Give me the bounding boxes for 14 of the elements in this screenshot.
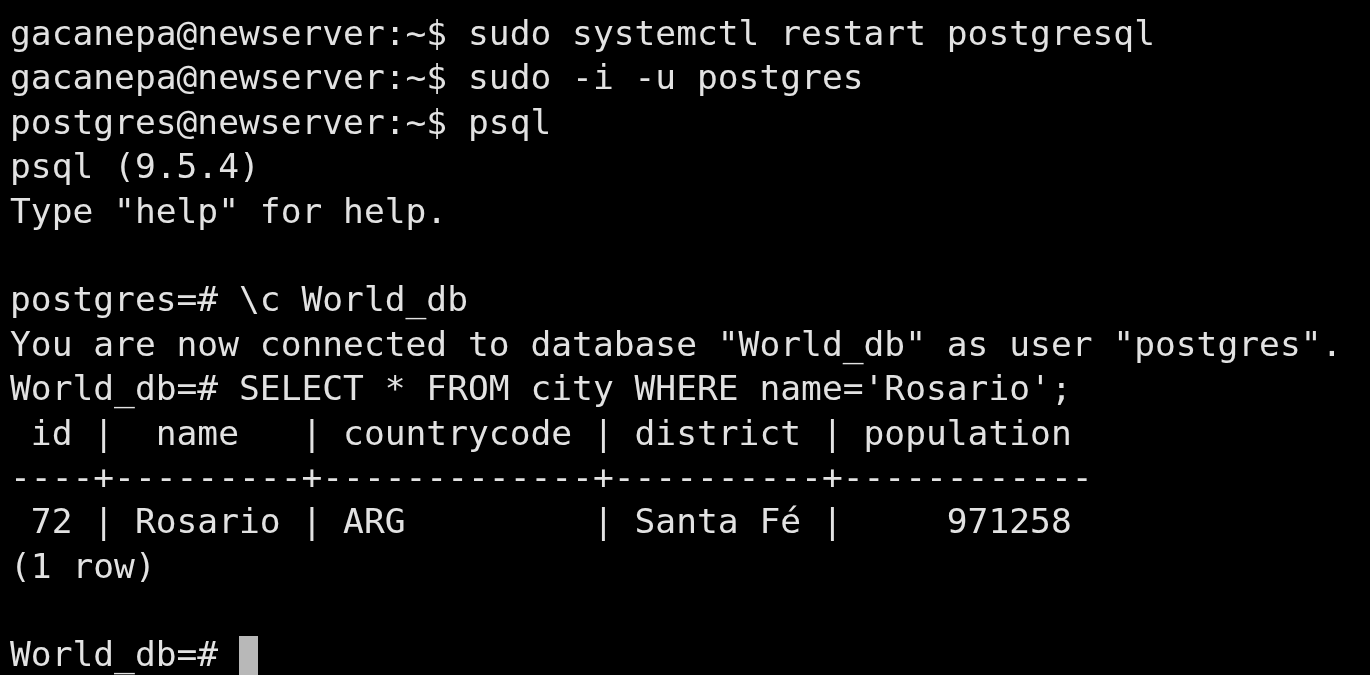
terminal-line: psql (9.5.4) xyxy=(10,145,260,189)
prompt-text: World_db=# xyxy=(10,633,219,675)
terminal-line: Type "help" for help. xyxy=(10,189,448,233)
terminal-line: (1 row) xyxy=(10,544,156,588)
terminal-line: id | name | countrycode | district | population xyxy=(29,411,1072,455)
terminal-line: You are now connected to database "World_db" as user "postgres". xyxy=(10,322,1343,367)
terminal-line: gacanepa@newserver:~$ sudo -i -u postgres xyxy=(10,56,864,100)
terminal-line: gacanepa@newserver:~$ sudo systemctl restart postgresql xyxy=(10,12,1155,55)
text-cursor xyxy=(239,636,259,675)
terminal-line: ----+---------+-------------+----------+------------ xyxy=(10,455,1093,499)
terminal-line: 72 | Rosario | ARG | Santa Fé | 971258 xyxy=(29,500,1072,544)
terminal-line: postgres@newserver:~$ psql xyxy=(10,100,552,144)
terminal-line: postgres=# \c World_db xyxy=(10,278,468,322)
terminal-line: World_db=# SELECT * FROM city WHERE name='Rosario'; xyxy=(10,367,1072,411)
